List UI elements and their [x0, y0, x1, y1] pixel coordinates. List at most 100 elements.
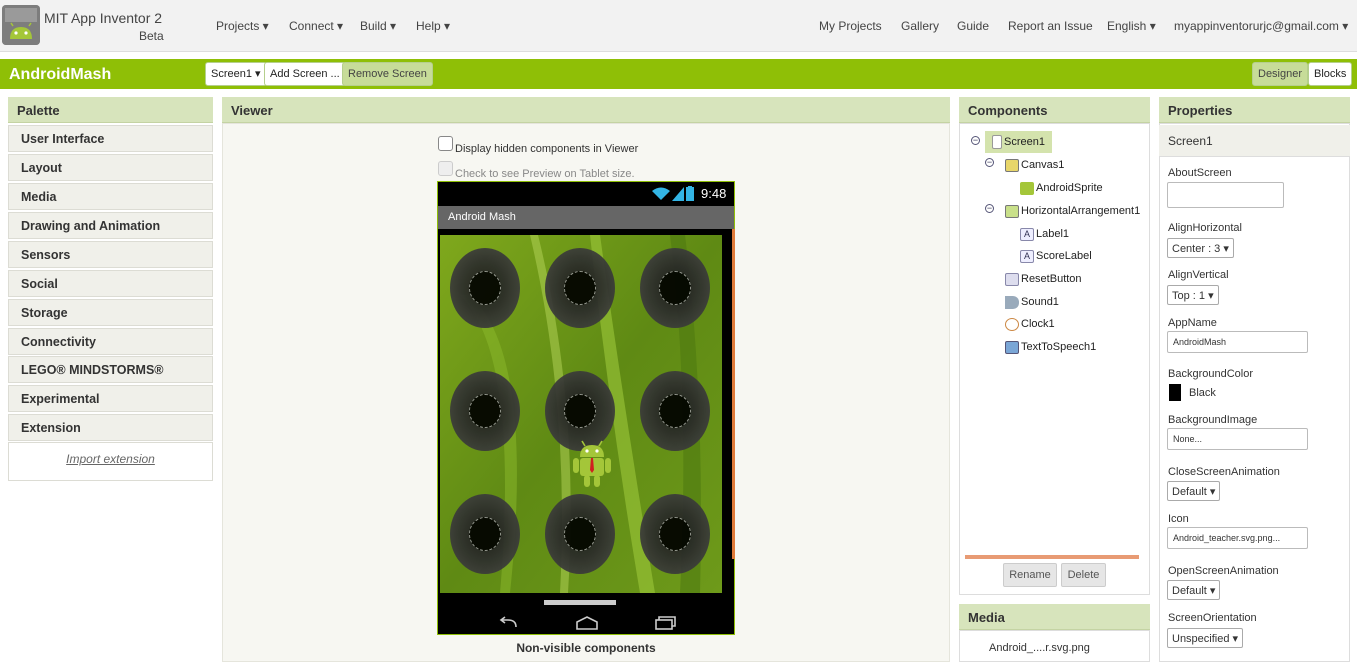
- palette-sensors[interactable]: Sensors: [8, 241, 213, 268]
- menu-build[interactable]: Build ▾: [360, 19, 396, 33]
- canvas-component[interactable]: [440, 235, 722, 593]
- icon-input[interactable]: Android_teacher.svg.png...: [1167, 527, 1308, 549]
- signal-icon: [672, 187, 684, 201]
- open-screen-animation-label: OpenScreenAnimation: [1168, 565, 1279, 577]
- menu-language[interactable]: English ▾: [1107, 19, 1156, 33]
- home-icon: [576, 616, 598, 630]
- palette-layout[interactable]: Layout: [8, 154, 213, 181]
- components-header: Components: [959, 97, 1150, 123]
- project-name: AndroidMash: [9, 66, 112, 83]
- tree-item-label: Sound1: [1021, 296, 1059, 308]
- align-horizontal-label: AlignHorizontal: [1168, 222, 1242, 234]
- remove-screen-button[interactable]: Remove Screen: [342, 62, 433, 86]
- menu-account[interactable]: myappinventorurjc@gmail.com ▾: [1174, 19, 1348, 33]
- media-file-item[interactable]: Android_....r.svg.png: [989, 642, 1090, 654]
- button-icon: [1005, 272, 1019, 286]
- tree-item-label: Label1: [1036, 228, 1070, 240]
- background-color-swatch[interactable]: [1169, 384, 1181, 401]
- mole-hole: [640, 371, 710, 451]
- phone-preview: 9:48 Android Mash: [437, 181, 735, 635]
- mole-hole: [450, 494, 520, 574]
- mole-hole: [545, 248, 615, 328]
- mole-hole: [640, 494, 710, 574]
- android-sprite[interactable]: [572, 440, 612, 488]
- tree-item-label: ScoreLabel: [1036, 250, 1092, 262]
- tablet-preview-label: Check to see Preview on Tablet size.: [455, 168, 635, 180]
- align-vertical-label: AlignVertical: [1168, 269, 1229, 281]
- link-guide[interactable]: Guide: [957, 19, 989, 33]
- label-icon: A: [1020, 227, 1034, 241]
- components-scrollbar[interactable]: [965, 555, 1139, 559]
- tree-item-label: AndroidSprite: [1036, 182, 1103, 194]
- about-screen-input[interactable]: [1167, 182, 1284, 208]
- menu-projects[interactable]: Projects ▾: [216, 19, 269, 33]
- link-my-projects[interactable]: My Projects: [819, 19, 882, 33]
- screen-select[interactable]: Screen1 ▾: [205, 62, 267, 86]
- align-vertical-select[interactable]: Top : 1 ▾: [1167, 285, 1219, 305]
- palette-user-interface[interactable]: User Interface: [8, 125, 213, 152]
- palette-extension[interactable]: Extension: [8, 414, 213, 441]
- palette-storage[interactable]: Storage: [8, 299, 213, 326]
- align-horizontal-select[interactable]: Center : 3 ▾: [1167, 238, 1234, 258]
- palette-connectivity[interactable]: Connectivity: [8, 328, 213, 355]
- mole-hole: [450, 248, 520, 328]
- tree-item-resetbutton[interactable]: ResetButton: [1005, 269, 1082, 289]
- tree-item-scorelabel[interactable]: A ScoreLabel: [1020, 246, 1092, 266]
- background-image-label: BackgroundImage: [1168, 414, 1258, 426]
- tree-item-label: Canvas1: [1021, 159, 1065, 171]
- canvas-icon: [1005, 158, 1019, 172]
- background-image-input[interactable]: None...: [1167, 428, 1308, 450]
- app-name-input[interactable]: AndroidMash: [1167, 331, 1308, 353]
- link-report-issue[interactable]: Report an Issue: [1008, 19, 1093, 33]
- open-screen-animation-select[interactable]: Default ▾: [1167, 580, 1221, 600]
- add-screen-button[interactable]: Add Screen ...: [264, 62, 346, 86]
- menu-connect[interactable]: Connect ▾: [289, 19, 343, 33]
- palette-lego-mindstorms[interactable]: LEGO® MINDSTORMS®: [8, 356, 213, 383]
- tablet-preview-checkbox[interactable]: [438, 161, 453, 176]
- tree-item-label: Clock1: [1021, 318, 1055, 330]
- link-gallery[interactable]: Gallery: [901, 19, 939, 33]
- display-hidden-checkbox[interactable]: [438, 136, 453, 151]
- close-screen-animation-select[interactable]: Default ▾: [1167, 481, 1221, 501]
- wifi-icon: [652, 187, 670, 200]
- media-header: Media: [959, 604, 1150, 630]
- horizontal-arrangement-icon: [1005, 204, 1019, 218]
- tree-item-clock1[interactable]: Clock1: [1005, 314, 1055, 334]
- screen-icon: [992, 135, 1002, 150]
- app-inventor-logo[interactable]: [2, 5, 40, 45]
- label-icon: A: [1020, 249, 1034, 263]
- tree-item-texttospeech1[interactable]: TextToSpeech1: [1005, 337, 1096, 357]
- designer-button[interactable]: Designer: [1252, 62, 1309, 86]
- palette-social[interactable]: Social: [8, 270, 213, 297]
- collapse-icon[interactable]: −: [971, 136, 980, 145]
- collapse-icon[interactable]: −: [985, 204, 994, 213]
- clock-icon: [1005, 317, 1019, 331]
- palette-experimental[interactable]: Experimental: [8, 385, 213, 412]
- tree-item-screen1[interactable]: Screen1: [992, 132, 1045, 152]
- screen-orientation-select[interactable]: Unspecified ▾: [1167, 628, 1244, 648]
- app-name-label: AppName: [1168, 317, 1217, 329]
- import-extension-link[interactable]: Import extension: [8, 452, 213, 466]
- palette-drawing-animation[interactable]: Drawing and Animation: [8, 212, 213, 239]
- display-hidden-label: Display hidden components in Viewer: [455, 143, 639, 155]
- mole-hole: [450, 371, 520, 451]
- phone-nav-indicator: [544, 600, 616, 605]
- tree-item-sound1[interactable]: Sound1: [1005, 292, 1059, 312]
- tree-item-label1[interactable]: A Label1: [1020, 224, 1069, 244]
- background-color-value[interactable]: Black: [1189, 387, 1216, 399]
- delete-button[interactable]: Delete: [1061, 563, 1106, 587]
- palette-media[interactable]: Media: [8, 183, 213, 210]
- properties-component-name: Screen1: [1168, 134, 1213, 148]
- canvas-scrollbar[interactable]: [732, 229, 735, 559]
- tree-item-canvas1[interactable]: Canvas1: [1005, 155, 1064, 175]
- beta-label: Beta: [139, 29, 164, 43]
- icon-label: Icon: [1168, 513, 1189, 525]
- menu-help[interactable]: Help ▾: [416, 19, 450, 33]
- text-to-speech-icon: [1005, 340, 1019, 354]
- blocks-button[interactable]: Blocks: [1308, 62, 1353, 86]
- collapse-icon[interactable]: −: [985, 158, 994, 167]
- rename-button[interactable]: Rename: [1003, 563, 1057, 587]
- tree-item-label: TextToSpeech1: [1021, 341, 1097, 353]
- tree-item-horizontalarrangement1[interactable]: HorizontalArrangement1: [1005, 201, 1140, 221]
- tree-item-androidsprite[interactable]: AndroidSprite: [1020, 178, 1103, 198]
